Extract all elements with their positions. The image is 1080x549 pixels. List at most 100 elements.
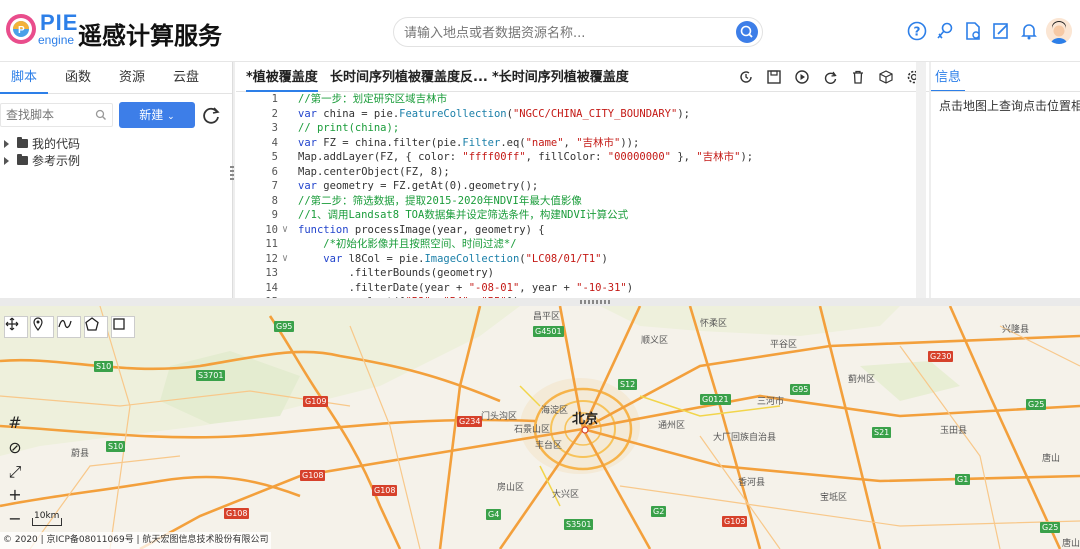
svg-text:?: ? (914, 25, 921, 39)
code-line[interactable]: 14 .filterDate(year + "-08-01", year + "… (236, 281, 929, 296)
map-label: 怀柔区 (700, 319, 728, 329)
global-search[interactable] (393, 17, 763, 47)
reload-icon[interactable] (821, 68, 839, 86)
folder-icon (17, 137, 28, 148)
fullscreen-button[interactable]: ⤢ (4, 462, 26, 482)
logo-subtext: engine (38, 33, 75, 47)
code-text: var geometry = FZ.getAt(0).geometry(); (298, 180, 539, 192)
bell-icon[interactable] (1018, 20, 1040, 42)
package-icon[interactable] (877, 68, 895, 86)
folder-icon (17, 154, 28, 165)
code-line[interactable]: 9 //1、调用Landsat8 TOA数据集并设定筛选条件，构建NDVI计算公式 (236, 208, 929, 223)
code-line[interactable]: 11 /*初始化影像并且按照空间、时间过滤*/ (236, 237, 929, 252)
editor-tab-2[interactable]: 长时间序列植被覆盖度反... (330, 62, 488, 92)
new-script-button[interactable]: 新建 ⌄ (119, 102, 195, 128)
layer-visibility-toggle[interactable]: ⊘ (4, 437, 26, 457)
fold-chevron-icon[interactable]: ∨ (282, 223, 288, 238)
map-label: 玉田县 (940, 426, 968, 436)
code-editor-panel: *植被覆盖度 长时间序列植被覆盖度反... *长时间序列植被覆盖度 1 //第一步… (236, 62, 929, 298)
search-input[interactable] (404, 23, 724, 43)
history-icon[interactable] (737, 68, 755, 86)
road-shield: S12 (618, 379, 638, 390)
script-panel: 脚本 函数 资源 云盘 新建 ⌄ 我的代码 参考示例 (0, 62, 233, 298)
fold-chevron-icon[interactable]: ∨ (282, 252, 288, 267)
line-number: 5 (271, 151, 278, 163)
map-label: 蓟州区 (848, 375, 876, 385)
editor-tab-3[interactable]: *长时间序列植被覆盖度 (492, 62, 629, 92)
header-actions: ? (906, 16, 1072, 46)
delete-icon[interactable] (849, 68, 867, 86)
road-shield: S10 (94, 361, 114, 372)
code-line[interactable]: 3 // print(china); (236, 121, 929, 136)
script-search[interactable] (0, 103, 113, 127)
code-line[interactable]: 12 ∨ var l8Col = pie.ImageCollection("LC0… (236, 252, 929, 267)
grid-toggle[interactable]: # (4, 412, 26, 432)
edit-icon[interactable] (990, 20, 1012, 42)
document-icon[interactable] (962, 20, 984, 42)
code-text: /*初始化影像并且按照空间、时间过滤*/ (298, 238, 517, 250)
code-line[interactable]: 10 ∨ function processImage(year, geometry)… (236, 223, 929, 238)
code-line[interactable]: 2 var china = pie.FeatureCollection("NGCC… (236, 107, 929, 122)
help-icon[interactable]: ? (906, 20, 928, 42)
map-label: 三河市 (757, 397, 785, 407)
left-splitter[interactable] (233, 62, 235, 298)
tree-item-examples[interactable]: 参考示例 (4, 152, 80, 169)
editor-scrollbar[interactable] (916, 62, 926, 298)
code-line[interactable]: 5 Map.addLayer(FZ, { color: "ffff00ff", f… (236, 150, 929, 165)
code-text: var china = pie.FeatureCollection("NGCC/… (298, 107, 690, 120)
refresh-icon[interactable] (200, 104, 222, 126)
code-text: // print(china); (298, 122, 400, 134)
code-text: .filterBounds(geometry) (298, 267, 494, 279)
key-icon[interactable] (934, 20, 956, 42)
map-label: 宝坻区 (820, 493, 848, 503)
tree-item-my-code[interactable]: 我的代码 (4, 135, 80, 152)
line-number: 10 (265, 223, 278, 236)
tab-cloud[interactable]: 云盘 (162, 62, 210, 94)
run-icon[interactable] (793, 68, 811, 86)
map-view[interactable]: 北京 昌平区 顺义区 平谷区 怀柔区 门头沟区 石景山区 海淀区 丰台区 通州区… (0, 306, 1080, 549)
map-splitter[interactable] (0, 298, 1080, 306)
code-area[interactable]: 1 //第一步：划定研究区域吉林市 2 var china = pie.Feature… (236, 92, 929, 298)
map-label: 大兴区 (552, 490, 580, 500)
polyline-tool[interactable] (57, 316, 81, 338)
code-line[interactable]: 8 //第二步：筛选数据，提取2015-2020年NDVI年最大值影像 (236, 194, 929, 209)
tab-resources[interactable]: 资源 (108, 62, 156, 94)
road-shield: G0121 (700, 394, 731, 405)
line-number: 9 (271, 209, 278, 221)
search-button[interactable] (736, 21, 758, 43)
polygon-tool[interactable] (84, 316, 108, 338)
marker-tool[interactable] (30, 316, 54, 338)
tab-functions[interactable]: 函数 (54, 62, 102, 94)
map-attribution: © 2020 | 京ICP备08011069号 | 航天宏图信息技术股份有限公司 (0, 532, 272, 549)
map-label: 大厂回族自治县 (713, 433, 777, 443)
code-line[interactable]: 7 var geometry = FZ.getAt(0).geometry(); (236, 179, 929, 194)
line-number: 4 (271, 136, 278, 149)
info-panel: 信息 点击地图上查询点击位置相关信息 (931, 62, 1080, 298)
line-number: 13 (265, 267, 278, 279)
save-icon[interactable] (765, 68, 783, 86)
map-label: 昌平区 (533, 312, 561, 322)
code-line[interactable]: 6 Map.centerObject(FZ, 8); (236, 165, 929, 180)
editor-tab-1[interactable]: *植被覆盖度 (246, 62, 318, 92)
code-line[interactable]: 13 .filterBounds(geometry) (236, 266, 929, 281)
map-label: 海淀区 (541, 406, 569, 416)
code-text: //1、调用Landsat8 TOA数据集并设定筛选条件，构建NDVI计算公式 (298, 209, 629, 221)
zoom-out-button[interactable]: − (4, 508, 26, 528)
pan-tool[interactable] (4, 316, 28, 338)
tab-info[interactable]: 信息 (931, 66, 966, 92)
splitter-grip[interactable] (230, 166, 234, 180)
user-avatar[interactable] (1046, 18, 1072, 44)
tab-scripts[interactable]: 脚本 (0, 62, 48, 94)
road-shield: G4 (486, 509, 502, 520)
editor-tabs: *植被覆盖度 长时间序列植被覆盖度反... *长时间序列植被覆盖度 (236, 62, 929, 92)
road-shield: G25 (1026, 399, 1047, 410)
zoom-in-button[interactable]: + (4, 484, 26, 504)
code-line[interactable]: 4 var FZ = china.filter(pie.Filter.eq("na… (236, 136, 929, 151)
splitter-grip[interactable] (580, 300, 610, 304)
road-shield: G103 (722, 516, 748, 527)
rectangle-tool[interactable] (111, 316, 135, 338)
map-label: 唐山 (1062, 539, 1080, 549)
marker-icon (33, 317, 43, 331)
script-search-input[interactable] (6, 107, 92, 123)
code-line[interactable]: 1 //第一步：划定研究区域吉林市 (236, 92, 929, 107)
